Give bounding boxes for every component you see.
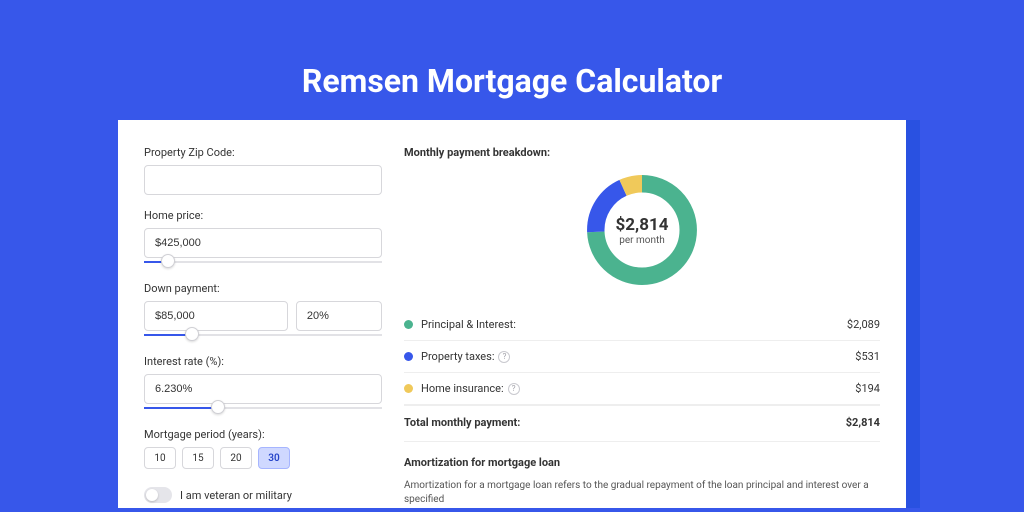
legend-row-principal: Principal & Interest: $2,089 [404,309,880,341]
info-icon[interactable]: ? [508,383,520,395]
donut-chart: $2,814 per month [581,169,703,291]
field-down: Down payment: [144,282,382,341]
down-pct-input[interactable] [296,301,382,331]
legend-label-principal: Principal & Interest: [421,318,847,331]
amort-title: Amortization for mortgage loan [404,456,880,469]
price-slider[interactable] [144,256,382,268]
down-slider[interactable] [144,329,382,341]
legend-val-principal: $2,089 [847,318,880,331]
donut-amount: $2,814 [616,215,669,235]
rate-slider[interactable] [144,402,382,414]
rate-label: Interest rate (%): [144,355,382,368]
page-title: Remsen Mortgage Calculator [0,0,1024,120]
amortization-section: Amortization for mortgage loan Amortizat… [404,441,880,507]
period-option-15[interactable]: 15 [182,447,214,469]
zip-label: Property Zip Code: [144,146,382,159]
legend-label-taxes: Property taxes: ? [421,350,855,363]
field-rate: Interest rate (%): [144,355,382,414]
legend-row-total: Total monthly payment: $2,814 [404,405,880,441]
calculator-panel: Property Zip Code: Home price: Down paym… [118,120,906,508]
price-input[interactable] [144,228,382,258]
donut-chart-area: $2,814 per month [404,165,880,303]
field-zip: Property Zip Code: [144,146,382,195]
legend-val-taxes: $531 [855,350,880,363]
legend-label-insurance: Home insurance: ? [421,382,855,395]
inputs-column: Property Zip Code: Home price: Down paym… [144,146,382,508]
info-icon[interactable]: ? [498,351,510,363]
breakdown-title: Monthly payment breakdown: [404,146,880,159]
dot-insurance [404,384,413,393]
dot-principal [404,320,413,329]
down-label: Down payment: [144,282,382,295]
breakdown-legend: Principal & Interest: $2,089 Property ta… [404,303,880,441]
donut-sub: per month [619,235,665,246]
field-price: Home price: [144,209,382,268]
legend-row-insurance: Home insurance: ? $194 [404,373,880,405]
price-label: Home price: [144,209,382,222]
period-options: 10 15 20 30 [144,447,382,469]
military-row: I am veteran or military [144,487,382,503]
period-option-30[interactable]: 30 [258,447,290,469]
period-option-20[interactable]: 20 [220,447,252,469]
rate-input[interactable] [144,374,382,404]
legend-row-taxes: Property taxes: ? $531 [404,341,880,373]
military-label: I am veteran or military [180,489,292,502]
total-label: Total monthly payment: [404,416,846,429]
results-column: Monthly payment breakdown: $2,814 per mo… [404,146,880,508]
total-value: $2,814 [846,416,880,429]
field-period: Mortgage period (years): 10 15 20 30 [144,428,382,469]
amort-text: Amortization for a mortgage loan refers … [404,479,880,507]
period-label: Mortgage period (years): [144,428,382,441]
down-amount-input[interactable] [144,301,288,331]
dot-taxes [404,352,413,361]
legend-val-insurance: $194 [855,382,880,395]
military-toggle[interactable] [144,487,172,503]
zip-input[interactable] [144,165,382,195]
period-option-10[interactable]: 10 [144,447,176,469]
